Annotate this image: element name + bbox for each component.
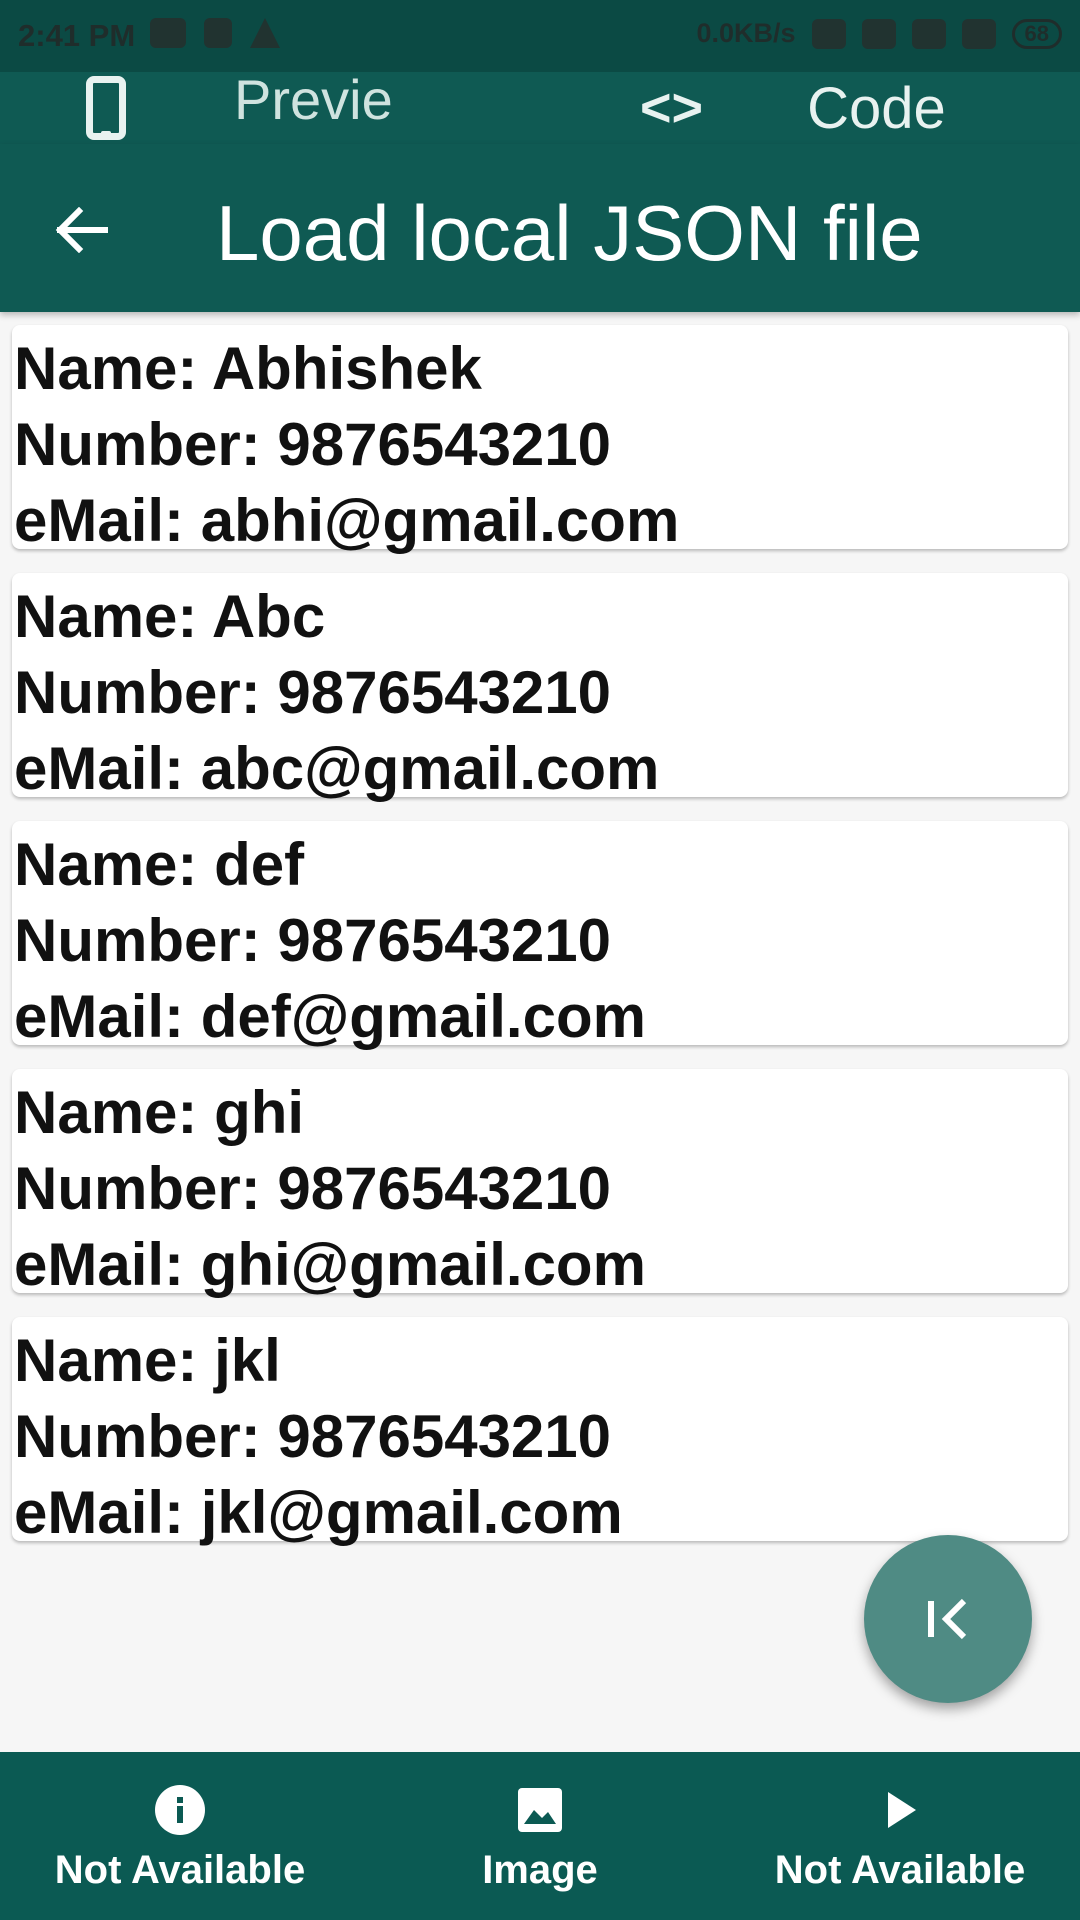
volte-icon: [911, 18, 946, 49]
contact-name: Name: ghi: [14, 1079, 305, 1146]
nav-item-info[interactable]: Not Available: [40, 1752, 320, 1920]
contact-card[interactable]: Name: def Number: 9876543210 eMail: def@…: [12, 821, 1068, 1050]
nav-item-play[interactable]: Not Available: [760, 1752, 1040, 1920]
app-bar: Load local JSON file: [0, 144, 1080, 312]
nav-label-info: Not Available: [54, 1848, 306, 1892]
play-icon: [880, 1786, 920, 1834]
first-page-icon: [928, 1598, 967, 1640]
contact-name: Name: def: [14, 831, 305, 898]
contact-name: Name: Abc: [14, 583, 326, 650]
fab-first-page-button[interactable]: [864, 1535, 1032, 1703]
status-bar: 2:41 PM 0.0KB/s 68: [0, 0, 1080, 72]
image-icon: [516, 1786, 564, 1834]
bottom-nav: Not Available Image Not Available: [0, 1752, 1080, 1920]
tab-strip: Preview <> Code: [0, 72, 1080, 184]
nav-label-play: Not Available: [774, 1848, 1026, 1892]
network-speed: 0.0KB/s: [696, 18, 796, 48]
contact-email: eMail: ghi@gmail.com: [14, 1231, 646, 1298]
warning-icon: [250, 18, 280, 48]
status-icons-left: [150, 18, 280, 48]
contact-email: eMail: abc@gmail.com: [14, 735, 660, 802]
arrow-back-icon[interactable]: [52, 200, 112, 260]
contact-number: Number: 9876543210: [14, 1155, 612, 1222]
contact-number: Number: 9876543210: [14, 659, 612, 726]
status-time: 2:41 PM: [18, 18, 136, 53]
contact-list: Name: Abhishek Number: 9876543210 eMail:…: [12, 325, 1068, 1565]
page-title: Load local JSON file: [216, 189, 923, 277]
nav-item-image[interactable]: Image: [400, 1752, 680, 1920]
youtube-icon: [150, 18, 186, 48]
code-icon: <>: [640, 78, 704, 138]
tab-code-label: Code: [807, 75, 946, 141]
contact-number: Number: 9876543210: [14, 907, 612, 974]
contact-number: Number: 9876543210: [14, 1403, 612, 1470]
signal-icon: [961, 18, 996, 49]
contact-name: Name: jkl: [14, 1327, 281, 1394]
info-icon: [155, 1785, 205, 1835]
contact-card[interactable]: Name: ghi Number: 9876543210 eMail: ghi@…: [12, 1069, 1068, 1298]
mute-icon: [811, 18, 846, 49]
contact-email: eMail: abhi@gmail.com: [14, 487, 680, 554]
contact-email: eMail: def@gmail.com: [14, 983, 646, 1050]
contact-email: eMail: jkl@gmail.com: [14, 1479, 623, 1546]
contact-card[interactable]: Name: Abc Number: 9876543210 eMail: abc@…: [12, 573, 1068, 802]
tab-code[interactable]: <> Code: [640, 72, 946, 144]
contact-name: Name: Abhishek: [14, 335, 482, 402]
alarm-icon: [861, 18, 896, 49]
battery-indicator: 68: [1011, 18, 1062, 49]
phone-icon: [86, 76, 126, 140]
trash-icon: [204, 18, 232, 48]
contact-number: Number: 9876543210: [14, 411, 612, 478]
nav-label-image: Image: [482, 1848, 598, 1892]
tab-preview[interactable]: Preview: [86, 72, 414, 184]
contact-card[interactable]: Name: jkl Number: 9876543210 eMail: jkl@…: [12, 1317, 1068, 1546]
contact-card[interactable]: Name: Abhishek Number: 9876543210 eMail:…: [12, 325, 1068, 554]
status-icons-right: 0.0KB/s 68: [696, 18, 1062, 49]
